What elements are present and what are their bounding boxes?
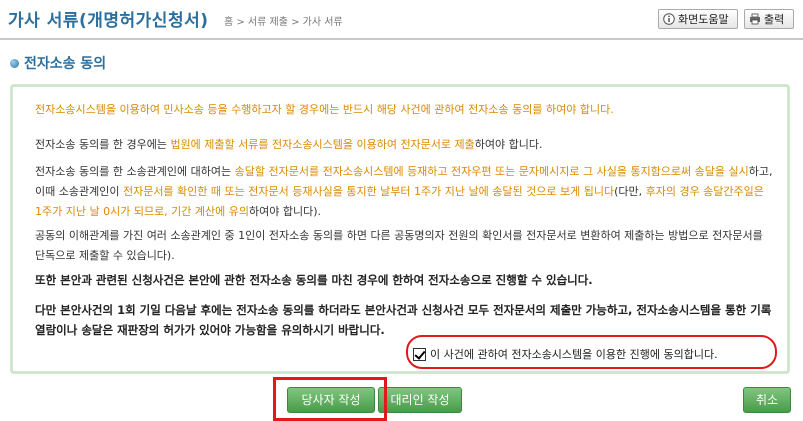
consent-paragraph-submission: 전자소송 동의를 한 경우에는 법원에 제출할 서류를 전자소송시스템을 이용하… xyxy=(35,138,543,151)
print-label: 출력 xyxy=(764,13,785,26)
consent-content-box: 전자소송시스템을 이용하여 민사소송 등을 수행하고자 할 경우에는 반드시 해… xyxy=(10,84,790,374)
consent-paragraph-joint: 공동의 이해관계를 가진 여러 소송관계인 중 1인이 전자소송 동의를 하면 … xyxy=(35,229,763,262)
printer-icon xyxy=(749,12,761,25)
consent-paragraph-related: 또한 본안과 관련된 신청사건은 본안에 관한 전자소송 동의를 마친 경우에 … xyxy=(35,273,593,287)
agent-write-button[interactable]: 대리인 작성 xyxy=(378,387,462,413)
print-button[interactable]: 출력 xyxy=(744,9,794,29)
circle-bullet-icon xyxy=(10,59,19,68)
breadcrumb: 홈 > 서류 제출 > 가사 서류 xyxy=(224,17,343,28)
annotation-oval xyxy=(406,335,777,369)
consent-paragraph-service: 전자소송 동의를 한 소송관계인에 대하여는 송달할 전자문서를 전자소송시스템… xyxy=(35,165,773,218)
page-title: 가사 서류(개명허가신청서) xyxy=(8,11,209,31)
annotation-rect xyxy=(273,377,387,421)
cancel-button[interactable]: 취소 xyxy=(743,387,791,413)
consent-notice: 전자소송시스템을 이용하여 민사소송 등을 수행하고자 할 경우에는 반드시 해… xyxy=(35,103,614,116)
info-circle-icon xyxy=(663,12,675,25)
section-title: 전자소송 동의 xyxy=(10,53,106,73)
help-label: 화면도움말 xyxy=(678,13,729,26)
help-button[interactable]: 화면도움말 xyxy=(658,9,738,29)
consent-paragraph-caution: 다만 본안사건의 1회 기일 다음날 후에는 전자소송 동의를 하더라도 본안사… xyxy=(35,303,772,337)
page-header: 가사 서류(개명허가신청서) 홈 > 서류 제출 > 가사 서류 화면도움말 출… xyxy=(0,0,803,40)
